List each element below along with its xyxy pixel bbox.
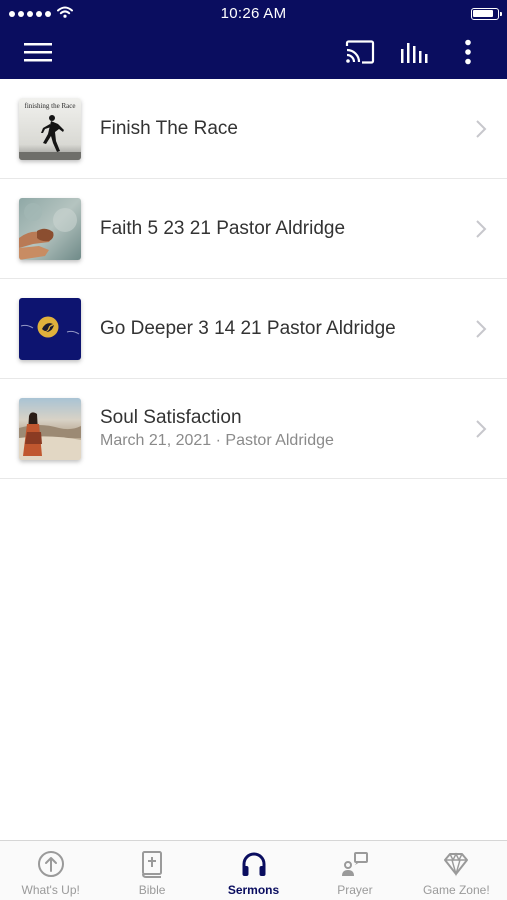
chevron-right-icon	[476, 320, 487, 338]
runner-thumbnail: finishing the Race	[19, 98, 81, 160]
tab-bible[interactable]: Bible	[101, 841, 202, 900]
tab-label: Bible	[138, 883, 166, 897]
more-vertical-icon	[465, 39, 471, 65]
sermon-subtitle: March 21, 2021 · Pastor Aldridge	[100, 432, 334, 449]
status-bar: 10:26 AM	[0, 0, 507, 28]
tab-label: Sermons	[227, 883, 280, 897]
sermon-row-soul-satisfaction[interactable]: Soul Satisfaction March 21, 2021 · Pasto…	[0, 379, 507, 479]
equalizer-icon	[401, 43, 428, 63]
app-bar	[0, 28, 507, 79]
sermon-title: Go Deeper 3 14 21 Pastor Aldridge	[100, 318, 396, 339]
app-header: 10:26 AM	[0, 0, 507, 79]
sermon-row-finish-the-race[interactable]: finishing the Race Finish The Race	[0, 79, 507, 179]
battery-icon	[471, 8, 502, 20]
deeper-logo-thumbnail	[19, 298, 81, 360]
prayer-icon	[341, 850, 369, 878]
arrow-up-circle-icon	[37, 850, 65, 878]
tab-whats-up[interactable]: What's Up!	[0, 841, 101, 900]
tab-label: Game Zone!	[422, 883, 490, 897]
tab-sermons[interactable]: Sermons	[203, 841, 304, 900]
chevron-right-icon	[476, 120, 487, 138]
audio-levels-button[interactable]	[397, 28, 433, 76]
sermon-list: finishing the Race Finish The Race Faith…	[0, 79, 507, 479]
sermon-title: Finish The Race	[100, 118, 238, 139]
sermon-title: Faith 5 23 21 Pastor Aldridge	[100, 218, 346, 239]
menu-button[interactable]	[20, 28, 56, 76]
bottom-tab-bar: What's Up! Bible Sermons Prayer Game Zon…	[0, 840, 507, 900]
hands-thumbnail	[19, 198, 81, 260]
tab-game-zone[interactable]: Game Zone!	[406, 841, 507, 900]
tab-label: Prayer	[337, 883, 373, 897]
bible-icon	[138, 850, 166, 878]
chevron-right-icon	[476, 420, 487, 438]
more-options-button[interactable]	[456, 28, 480, 76]
sermon-row-faith[interactable]: Faith 5 23 21 Pastor Aldridge	[0, 179, 507, 279]
diamond-icon	[442, 850, 470, 878]
headphones-icon	[240, 850, 268, 878]
thumb-caption: finishing the Race	[25, 102, 76, 110]
tab-label: What's Up!	[21, 883, 80, 897]
sermon-row-go-deeper[interactable]: Go Deeper 3 14 21 Pastor Aldridge	[0, 279, 507, 379]
desert-woman-thumbnail	[19, 398, 81, 460]
hamburger-menu-icon	[24, 43, 52, 62]
cast-button[interactable]	[342, 28, 378, 76]
sermon-title: Soul Satisfaction	[100, 407, 242, 428]
status-time: 10:26 AM	[220, 5, 287, 22]
chevron-right-icon	[476, 220, 487, 238]
tab-prayer[interactable]: Prayer	[304, 841, 405, 900]
cast-icon	[345, 40, 375, 64]
